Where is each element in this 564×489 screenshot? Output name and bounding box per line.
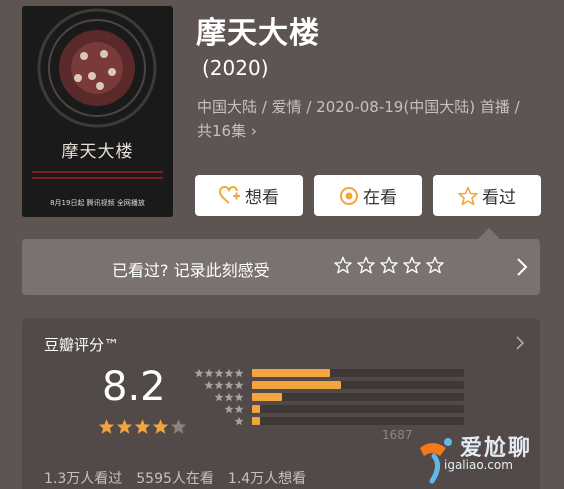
watch-stat[interactable]: 1.3万人看过 [44,468,122,488]
heart-plus-icon [219,185,240,204]
distribution-bar [252,380,342,389]
star-outline-icon[interactable] [357,256,375,274]
distribution-track [252,404,464,413]
small-star-icon [194,368,204,377]
distribution-bar [252,392,282,401]
watermark-url: igaliao.com [444,458,513,472]
distribution-stars [192,404,244,414]
small-star-icon [234,404,244,413]
rating-card-title: 豆瓣评分™ [44,336,120,354]
poster[interactable]: 摩天大楼 8月19日起 腾讯视频 全网播放 [22,6,173,217]
prompt-notch [478,228,500,239]
release-year: (2020) [202,56,269,80]
star-outline-icon [458,186,478,205]
small-star-icon [234,416,244,425]
distribution-stars [192,416,244,426]
want-label: 想看 [245,188,279,208]
small-star-icon [224,404,234,413]
movie-meta[interactable]: 中国大陆 / 爱情 / 2020-08-19(中国大陆) 首播 / 共16集 › [197,95,527,143]
watch-stat[interactable]: 5595人在看 [136,468,214,488]
distribution-stars [192,392,244,402]
small-star-icon [234,380,244,389]
rate-stars[interactable] [334,256,444,274]
star-filled-icon [152,419,169,434]
small-star-icon [204,368,214,377]
distribution-bar [252,416,261,425]
small-star-icon [214,392,224,401]
chevron-right-icon[interactable] [516,336,524,350]
poster-date-line: 8月19日起 腾讯视频 全网播放 [50,199,145,207]
record-feeling-text: 已看过? 记录此刻感受 [112,261,270,280]
score-stars [98,418,187,435]
small-star-icon [224,368,234,377]
page-title: 摩天大楼 [196,16,320,51]
mascot-icon [420,438,452,484]
rating-distribution [192,367,464,427]
distribution-row-2-star [192,403,464,414]
star-filled-icon [134,419,151,434]
small-star-icon [204,380,214,389]
target-icon [340,186,358,205]
distribution-bar [252,368,331,377]
distribution-track [252,368,464,377]
want-button[interactable]: 想看 [195,175,303,216]
distribution-track [252,380,464,389]
rating-count: 1687 [382,428,413,442]
watching-button[interactable]: 在看 [314,175,422,216]
watching-label: 在看 [363,188,397,208]
watch-stats: 1.3万人看过 5595人在看 1.4万人想看 [44,468,306,488]
star-filled-icon [98,419,115,434]
small-star-icon [224,392,234,401]
star-outline-icon[interactable] [334,256,352,274]
star-outline-icon[interactable] [426,256,444,274]
small-star-icon [234,392,244,401]
star-filled-icon [116,419,133,434]
distribution-row-3-star [192,391,464,402]
distribution-bar [252,404,261,413]
chevron-right-icon[interactable] [516,257,528,277]
small-star-icon [234,368,244,377]
poster-art [22,6,173,217]
distribution-stars [192,380,244,390]
watch-stat[interactable]: 1.4万人想看 [228,468,306,488]
star-outline-icon[interactable] [380,256,398,274]
watched-button[interactable]: 看过 [433,175,541,216]
star-outline-icon[interactable] [403,256,421,274]
record-feeling-bar[interactable]: 已看过? 记录此刻感受 [22,239,540,295]
site-watermark: 爱尬聊 igaliao.com [412,424,564,489]
small-star-icon [214,368,224,377]
small-star-icon [224,380,234,389]
small-star-icon [214,380,224,389]
watched-label: 看过 [482,188,516,208]
distribution-row-4-star [192,379,464,390]
rating-score: 8.2 [102,364,166,410]
distribution-track [252,392,464,401]
distribution-stars [192,368,244,378]
poster-title: 摩天大楼 [61,142,134,162]
star-empty-icon [170,419,187,434]
distribution-row-5-star [192,367,464,378]
